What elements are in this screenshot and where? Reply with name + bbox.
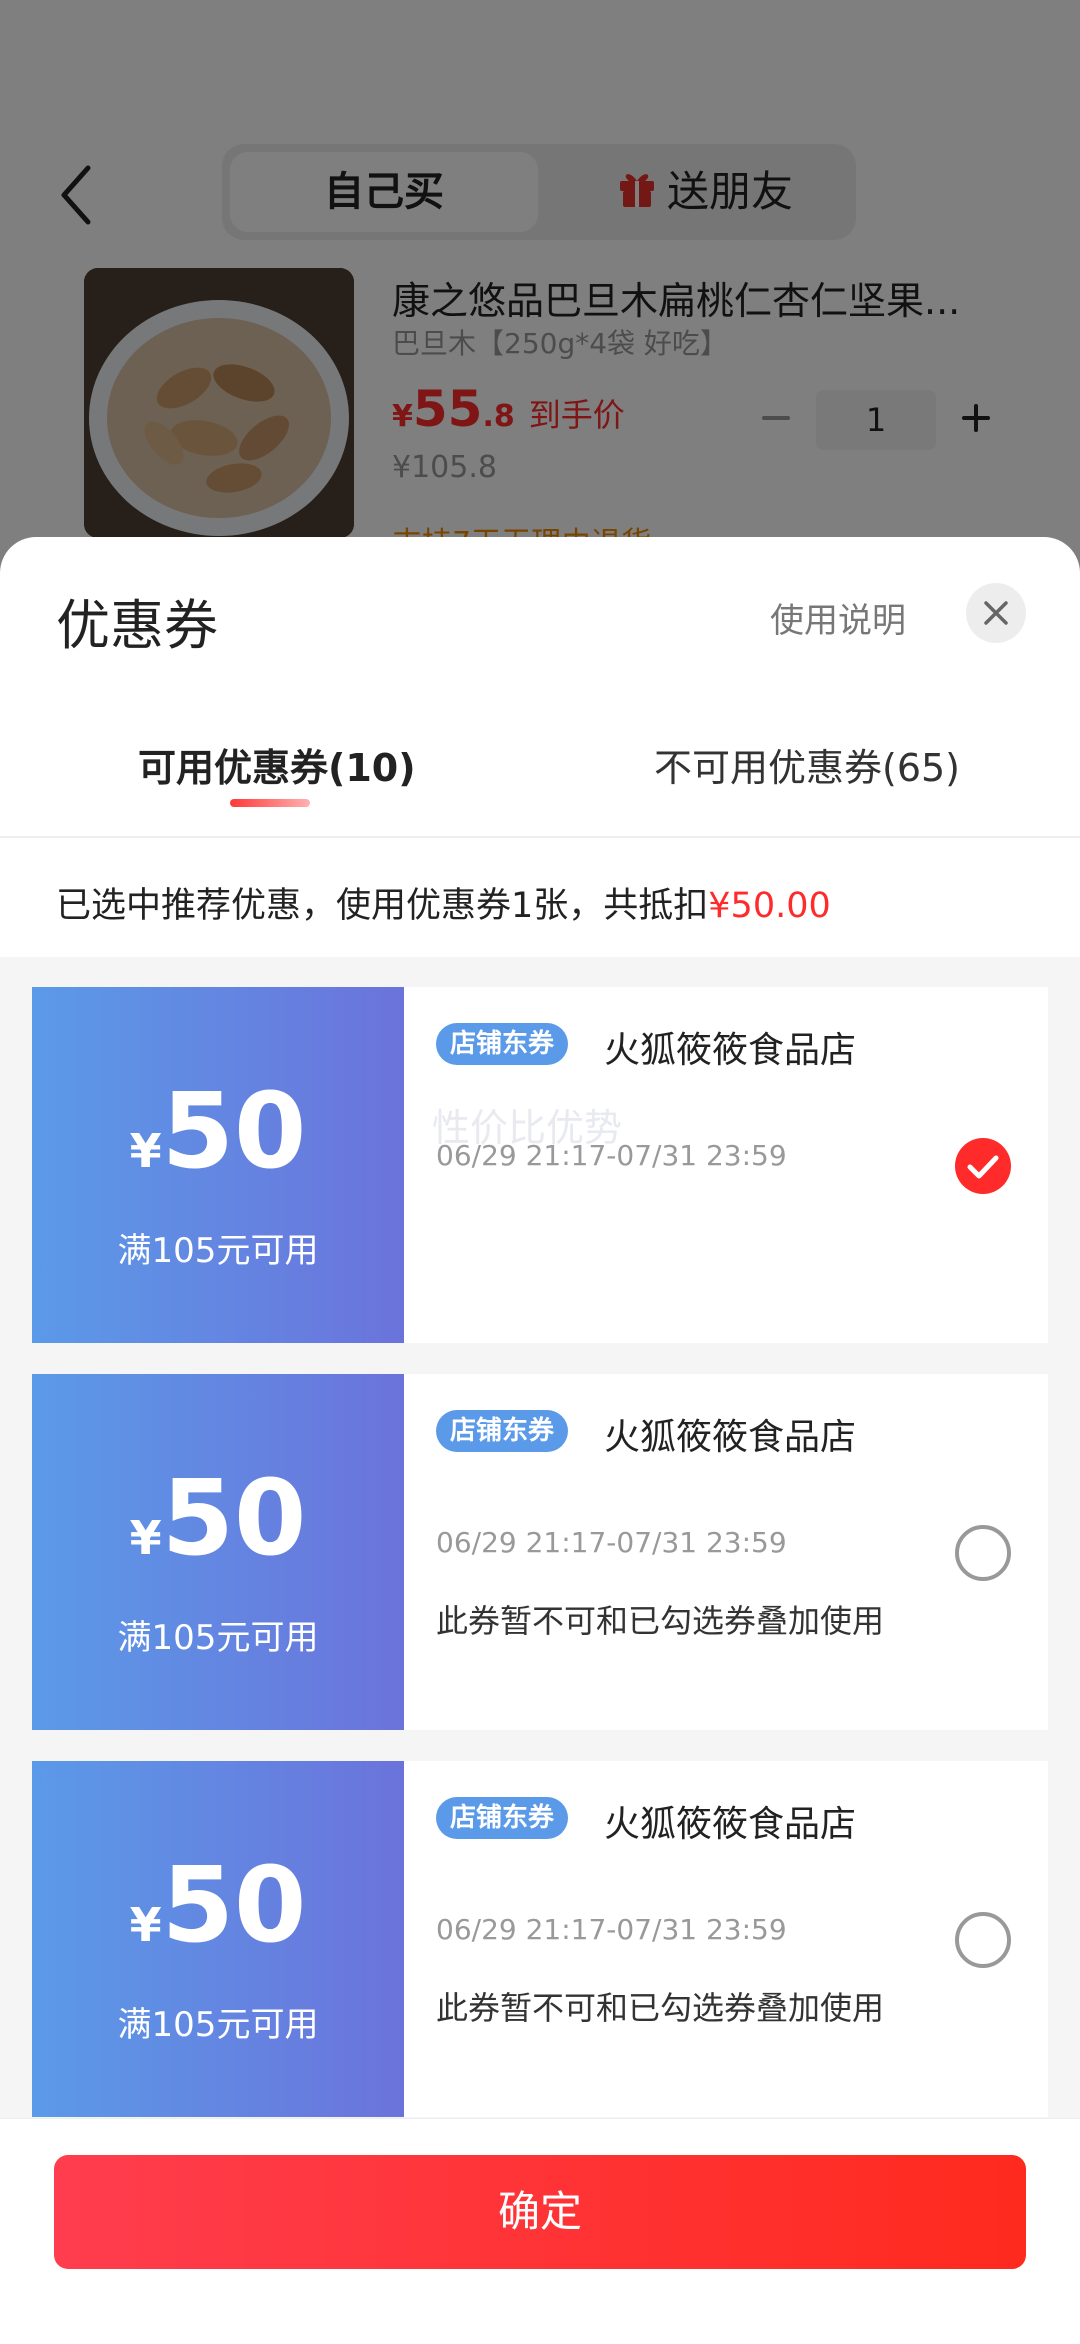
confirm-button[interactable]: 确定 <box>54 2155 1026 2269</box>
checked-circle-icon[interactable] <box>954 1137 1012 1195</box>
coupon-card[interactable]: ¥50 满105元可用 店铺东券 火狐筱筱食品店 06/29 21:17-07/… <box>26 1374 1048 1730</box>
coupon-shop-name: 火狐筱筱食品店 <box>604 1804 857 1845</box>
coupon-condition: 满105元可用 <box>117 2005 319 2045</box>
coupon-value: 50 <box>161 1844 307 1966</box>
coupon-shop-name: 火狐筱筱食品店 <box>604 1030 857 1071</box>
active-tab-indicator <box>230 799 310 807</box>
tab-available-coupons[interactable]: 可用优惠券(10) <box>138 737 416 792</box>
coupon-validity: 06/29 21:17-07/31 23:59 <box>436 1913 787 1946</box>
coupon-type-badge: 店铺东券 <box>436 1410 569 1452</box>
coupon-amount: ¥50 <box>32 1853 404 1957</box>
coupon-amount: ¥50 <box>32 1079 404 1183</box>
coupon-currency: ¥ <box>129 1511 162 1565</box>
coupon-type-badge: 店铺东券 <box>436 1797 569 1839</box>
coupon-validity: 06/29 21:17-07/31 23:59 <box>436 1526 787 1559</box>
coupon-restriction-note: 此券暂不可和已勾选券叠加使用 <box>436 1989 885 2027</box>
usage-help-link[interactable]: 使用说明 <box>770 593 906 642</box>
summary-amount: ¥50.00 <box>708 886 831 926</box>
coupon-type-badge: 店铺东券 <box>436 1023 569 1065</box>
sheet-title: 优惠券 <box>56 594 218 657</box>
coupon-amount: ¥50 <box>32 1466 404 1570</box>
bottom-action-bar: 确定 <box>0 2118 1080 2344</box>
coupon-condition: 满105元可用 <box>117 1231 319 1271</box>
close-icon <box>984 601 1008 625</box>
coupon-sheet: 优惠券 使用说明 可用优惠券(10) 不可用优惠券(65) 已选中推荐优惠，使用… <box>0 537 1080 2344</box>
coupon-restriction-note: 此券暂不可和已勾选券叠加使用 <box>436 1602 885 1640</box>
tab-unavailable-coupons[interactable]: 不可用优惠券(65) <box>654 737 960 792</box>
unchecked-circle-icon[interactable] <box>954 1911 1012 1969</box>
close-button[interactable] <box>966 583 1026 643</box>
coupon-currency: ¥ <box>129 1898 162 1952</box>
coupon-value: 50 <box>161 1457 307 1579</box>
unchecked-circle-icon[interactable] <box>954 1524 1012 1582</box>
coupon-value-panel: ¥50 满105元可用 <box>26 987 404 1343</box>
coupon-card[interactable]: ¥50 满105元可用 店铺东券 火狐筱筱食品店 性价比优势 06/29 21:… <box>26 987 1048 1343</box>
coupon-list[interactable]: ¥50 满105元可用 店铺东券 火狐筱筱食品店 性价比优势 06/29 21:… <box>0 957 1080 2257</box>
coupon-card[interactable]: ¥50 满105元可用 店铺东券 火狐筱筱食品店 06/29 21:17-07/… <box>26 1761 1048 2117</box>
summary-text: 已选中推荐优惠，使用优惠券1张，共抵扣 <box>56 886 709 926</box>
coupon-currency: ¥ <box>129 1124 162 1178</box>
coupon-value-panel: ¥50 满105元可用 <box>26 1374 404 1730</box>
divider <box>0 836 1080 838</box>
coupon-value: 50 <box>161 1070 307 1192</box>
coupon-validity: 06/29 21:17-07/31 23:59 <box>436 1139 787 1172</box>
coupon-shop-name: 火狐筱筱食品店 <box>604 1417 857 1458</box>
coupon-condition: 满105元可用 <box>117 1618 319 1658</box>
coupon-value-panel: ¥50 满105元可用 <box>26 1761 404 2117</box>
selection-summary: 已选中推荐优惠，使用优惠券1张，共抵扣¥50.00 <box>56 877 831 928</box>
